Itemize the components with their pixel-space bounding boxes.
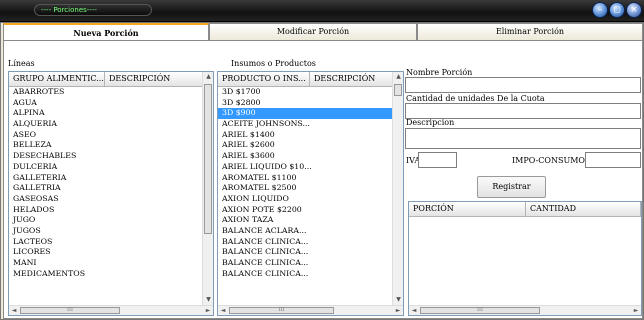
close-icon[interactable]: × bbox=[626, 2, 642, 18]
table-row[interactable]: ALPINA bbox=[9, 108, 204, 119]
window-title: ---- Porciones---- bbox=[34, 4, 152, 16]
table-row[interactable]: LICORES bbox=[9, 247, 204, 258]
table-row[interactable]: ACEITE JOHNSONS... bbox=[218, 119, 394, 130]
table-row[interactable]: AXION TAZA bbox=[218, 215, 394, 226]
scroll-right-icon[interactable]: ► bbox=[393, 306, 403, 315]
scroll-thumb[interactable]: III bbox=[229, 307, 334, 314]
table-row[interactable]: ASEO bbox=[9, 130, 204, 141]
tab-eliminar-porcion[interactable]: Eliminar Porción bbox=[417, 23, 643, 40]
table-row[interactable]: BALANCE CLINICA... bbox=[218, 237, 394, 248]
table-row[interactable]: GALLETERIA bbox=[9, 173, 204, 184]
tab-panel: Líneas GRUPO ALIMENTIC... DESCRIPCIÓN AB… bbox=[3, 40, 643, 319]
scroll-thumb[interactable]: III bbox=[20, 307, 120, 314]
tab-strip: Nueva Porción Modificar Porción Eliminar… bbox=[1, 23, 644, 41]
lineas-grid[interactable]: GRUPO ALIMENTIC... DESCRIPCIÓN ABARROTES… bbox=[8, 71, 214, 316]
title-bar: ---- Porciones---- – ◻ × bbox=[0, 0, 644, 22]
table-row[interactable]: ABARROTES bbox=[9, 87, 204, 98]
maximize-icon[interactable]: ◻ bbox=[609, 2, 625, 18]
table-row[interactable]: 3D $900 bbox=[218, 108, 394, 120]
scroll-thumb[interactable] bbox=[394, 84, 402, 96]
table-row[interactable]: DESECHABLES bbox=[9, 151, 204, 162]
impo-consumo-label: IMPO-CONSUMO bbox=[512, 156, 585, 165]
col-descripcion[interactable]: DESCRIPCIÓN bbox=[310, 72, 394, 87]
cantidad-label: Cantidad de unidades De la Cuota bbox=[406, 94, 545, 103]
table-row[interactable]: AROMATEL $1100 bbox=[218, 173, 394, 184]
table-row[interactable]: BALANCE ACLARA... bbox=[218, 226, 394, 237]
table-row[interactable]: MEDICAMENTOS bbox=[9, 269, 204, 280]
table-row[interactable]: BALANCE CLINICA... bbox=[218, 258, 394, 269]
descripcion-label: Descripcion bbox=[406, 118, 455, 127]
col-porcion[interactable]: PORCIÓN bbox=[409, 202, 526, 217]
table-row[interactable]: AXION LIQUIDO bbox=[218, 194, 394, 205]
table-row[interactable]: BALANCE CLINICA... bbox=[218, 269, 394, 280]
table-row[interactable]: BELLEZA bbox=[9, 140, 204, 151]
table-row[interactable]: ARIEL LIQUIDO $10... bbox=[218, 162, 394, 173]
nombre-porcion-input[interactable] bbox=[405, 77, 641, 93]
table-row[interactable]: JUGOS bbox=[9, 226, 204, 237]
scroll-right-icon[interactable]: ► bbox=[631, 306, 641, 315]
table-row[interactable]: ARIEL $3600 bbox=[218, 151, 394, 162]
lineas-hscroll[interactable]: ◄ III ► bbox=[9, 305, 213, 315]
insumos-hscroll[interactable]: ◄ III ► bbox=[218, 305, 403, 315]
minimize-icon[interactable]: – bbox=[592, 2, 608, 18]
lineas-rows: ABARROTES AGUA ALPINA ALQUERIA ASEO BELLEZA DE… bbox=[9, 87, 204, 279]
table-row[interactable]: GALLETRIA bbox=[9, 183, 204, 194]
col-producto-insumo[interactable]: PRODUCTO O INS... bbox=[218, 72, 310, 87]
scroll-left-icon[interactable]: ◄ bbox=[9, 306, 19, 315]
col-descripcion[interactable]: DESCRIPCIÓN bbox=[105, 72, 204, 87]
table-row[interactable]: JUGO bbox=[9, 215, 204, 226]
lineas-vscroll[interactable]: ▲ ▼ bbox=[202, 72, 213, 305]
tab-modificar-porcion[interactable]: Modificar Porción bbox=[209, 23, 417, 40]
table-row[interactable]: ALQUERIA bbox=[9, 119, 204, 130]
tab-nueva-porcion[interactable]: Nueva Porción bbox=[3, 23, 209, 41]
table-row[interactable]: 3D $2800 bbox=[218, 98, 394, 109]
cantidad-input[interactable] bbox=[405, 103, 641, 119]
scroll-left-icon[interactable]: ◄ bbox=[409, 306, 419, 315]
lineas-label: Líneas bbox=[8, 59, 35, 68]
col-cantidad[interactable]: CANTIDAD bbox=[526, 202, 641, 217]
iva-input[interactable] bbox=[418, 152, 457, 168]
descripcion-input[interactable] bbox=[405, 128, 641, 149]
scroll-thumb[interactable] bbox=[204, 84, 212, 234]
table-row[interactable]: AROMATEL $2500 bbox=[218, 183, 394, 194]
nombre-porcion-label: Nombre Porción bbox=[406, 68, 473, 77]
table-row[interactable]: AGUA bbox=[9, 98, 204, 109]
table-row[interactable]: MANI bbox=[9, 258, 204, 269]
insumos-rows: 3D $1700 3D $2800 3D $900 ACEITE JOHNSONS..… bbox=[218, 87, 394, 279]
table-row[interactable]: LACTEOS bbox=[9, 237, 204, 248]
porciones-header: PORCIÓN CANTIDAD bbox=[409, 202, 641, 217]
window-controls: – ◻ × bbox=[592, 2, 642, 18]
scroll-up-icon[interactable]: ▲ bbox=[203, 72, 213, 82]
col-grupo-alimenticio[interactable]: GRUPO ALIMENTIC... bbox=[9, 72, 105, 87]
scroll-down-icon[interactable]: ▼ bbox=[393, 295, 403, 305]
table-row[interactable]: ARIEL $2600 bbox=[218, 140, 394, 151]
table-row[interactable]: AXION POTE $2200 bbox=[218, 205, 394, 216]
table-row[interactable]: 3D $1700 bbox=[218, 87, 394, 98]
scroll-up-icon[interactable]: ▲ bbox=[393, 72, 403, 82]
table-row[interactable]: HELADOS bbox=[9, 205, 204, 216]
table-row[interactable]: BALANCE CLINICA... bbox=[218, 247, 394, 258]
insumos-grid[interactable]: PRODUCTO O INS... DESCRIPCIÓN 3D $1700 3D… bbox=[217, 71, 404, 316]
insumos-header: PRODUCTO O INS... DESCRIPCIÓN bbox=[218, 72, 394, 87]
scroll-thumb[interactable]: III bbox=[420, 307, 540, 314]
porciones-hscroll[interactable]: ◄ III ► bbox=[409, 305, 641, 315]
main-window: Nueva Porción Modificar Porción Eliminar… bbox=[0, 22, 644, 320]
scroll-right-icon[interactable]: ► bbox=[203, 306, 213, 315]
scroll-down-icon[interactable]: ▼ bbox=[203, 295, 213, 305]
table-row[interactable]: ARIEL $1400 bbox=[218, 130, 394, 141]
registrar-button[interactable]: Registrar bbox=[477, 176, 546, 198]
porciones-grid[interactable]: PORCIÓN CANTIDAD ◄ III ► bbox=[408, 201, 642, 316]
lineas-header: GRUPO ALIMENTIC... DESCRIPCIÓN bbox=[9, 72, 204, 87]
table-row[interactable]: GASEOSAS bbox=[9, 194, 204, 205]
insumos-label: Insumos o Productos bbox=[231, 59, 316, 68]
impo-consumo-input[interactable] bbox=[585, 152, 641, 168]
insumos-vscroll[interactable]: ▲ ▼ bbox=[392, 72, 403, 305]
scroll-left-icon[interactable]: ◄ bbox=[218, 306, 228, 315]
table-row[interactable]: DULCERIA bbox=[9, 162, 204, 173]
